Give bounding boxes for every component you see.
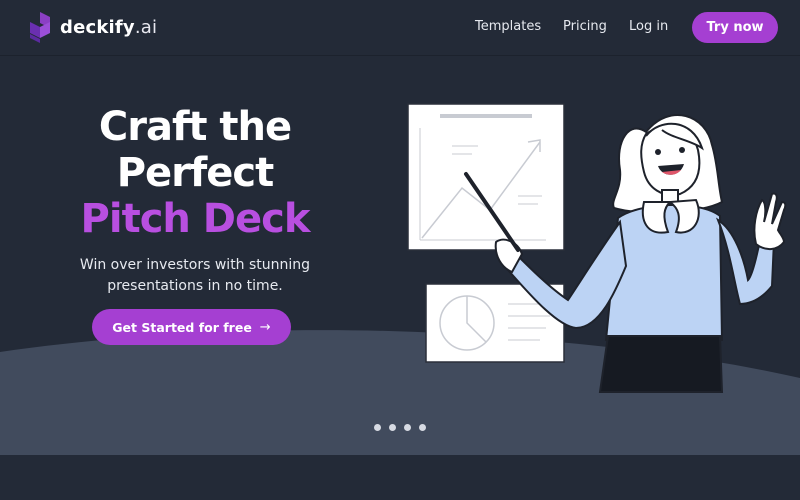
hero-title: Craft the Perfect Pitch Deck xyxy=(40,104,350,242)
hero-title-line1: Craft the xyxy=(98,104,292,150)
brand-name: deckify.ai xyxy=(60,16,158,38)
nav-templates-link[interactable]: Templates xyxy=(475,19,541,34)
carousel-dot-3[interactable] xyxy=(404,424,411,431)
hero-title-highlight: Pitch Deck xyxy=(80,196,311,242)
arrow-right-icon: → xyxy=(259,319,271,335)
hero-subtitle: Win over investors with stunning present… xyxy=(79,257,311,294)
carousel-dot-1[interactable] xyxy=(374,424,381,431)
nav-pricing-link[interactable]: Pricing xyxy=(563,19,607,34)
carousel-dot-2[interactable] xyxy=(389,424,396,431)
hero-title-line2: Perfect xyxy=(116,150,275,196)
landing-page: deckify.ai Templates Pricing Log in Try … xyxy=(0,0,800,500)
stacked-cubes-logo-icon xyxy=(30,12,50,43)
carousel-dots xyxy=(374,424,426,431)
try-now-button[interactable]: Try now xyxy=(692,12,778,43)
presenter-illustration xyxy=(407,103,787,393)
get-started-label: Get Started for free xyxy=(112,319,252,335)
get-started-button[interactable]: Get Started for free → xyxy=(92,309,291,345)
brand-logo[interactable]: deckify.ai xyxy=(28,10,157,44)
carousel-dot-4[interactable] xyxy=(419,424,426,431)
nav-login-link[interactable]: Log in xyxy=(629,19,668,34)
chart-board-graphic xyxy=(407,103,565,251)
site-header: deckify.ai Templates Pricing Log in Try … xyxy=(0,0,800,56)
